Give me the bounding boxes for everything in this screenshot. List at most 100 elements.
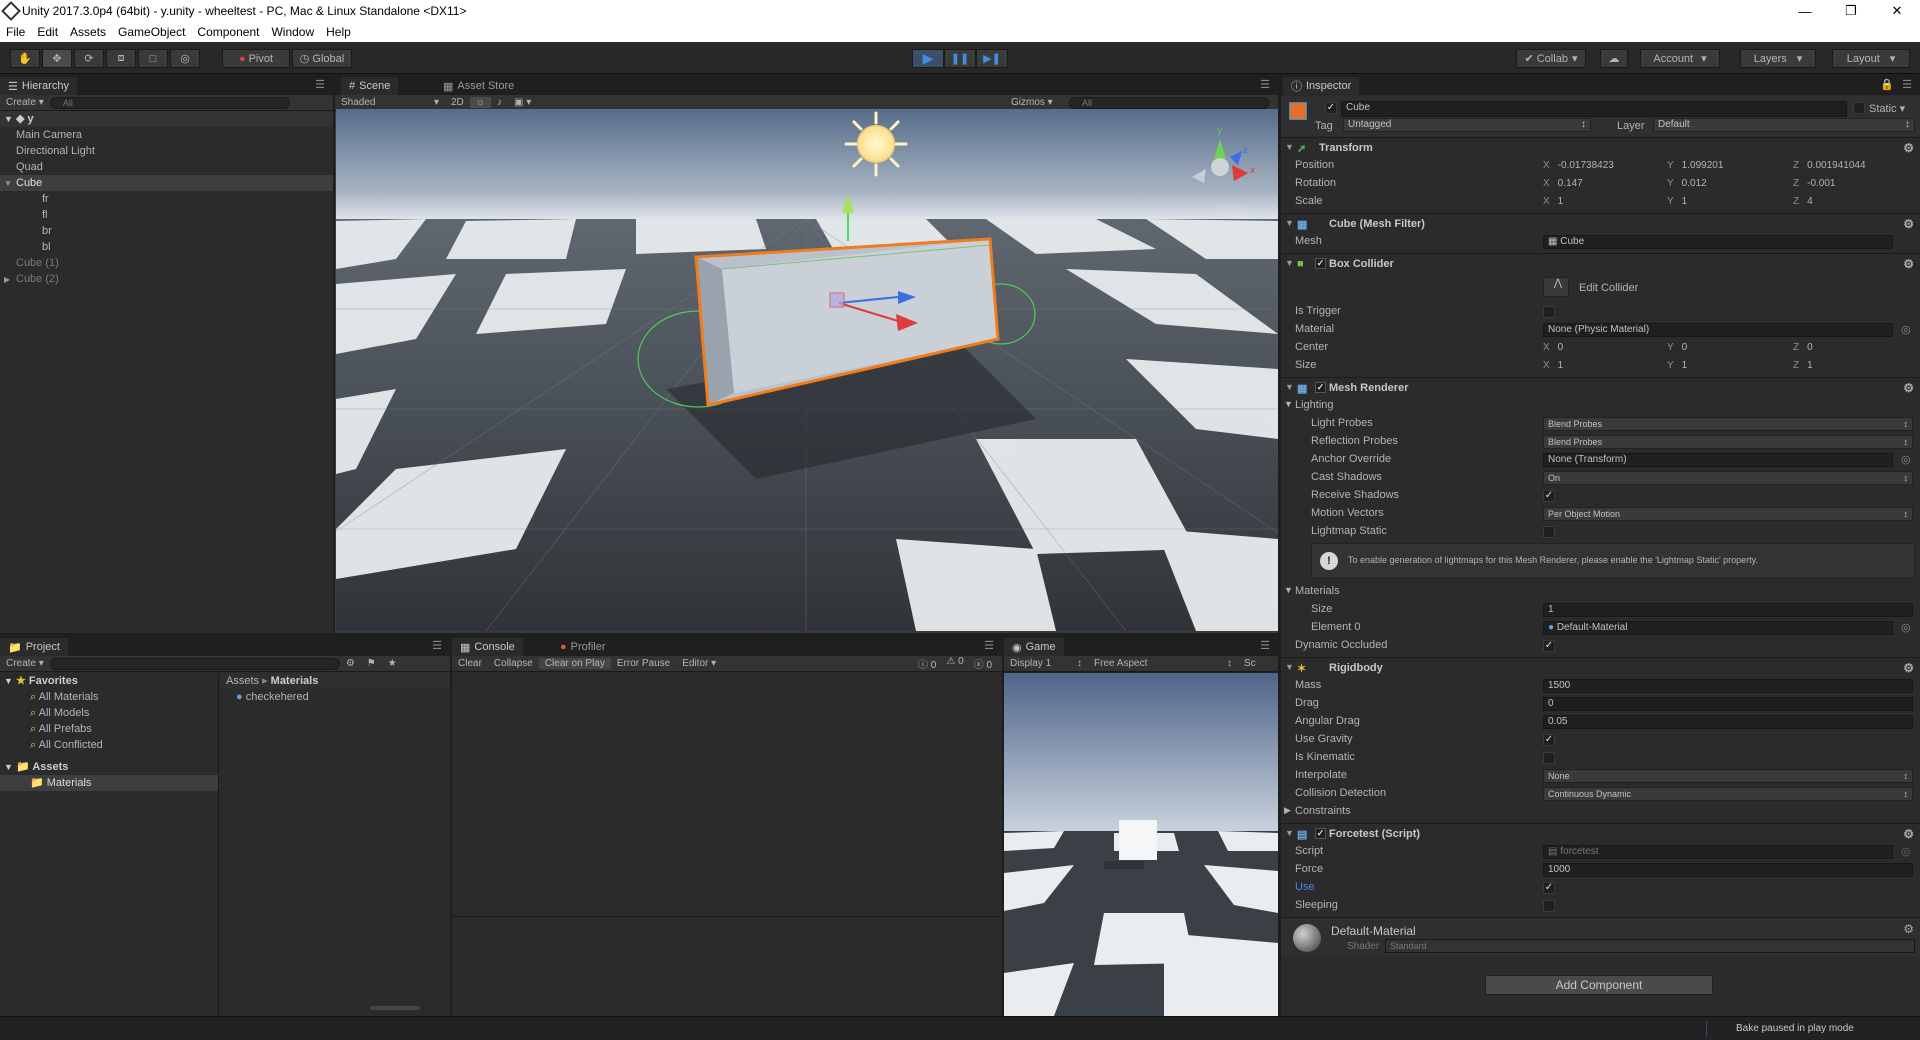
tab-console[interactable]: ▦ Console	[452, 638, 523, 656]
scale-x-field[interactable]: X1	[1543, 196, 1563, 207]
dynamic-occluded-checkbox[interactable]: ✓	[1543, 640, 1555, 652]
material-section[interactable]: Default-Material Shader Standard ⚙	[1281, 917, 1920, 957]
lock-icon[interactable]: 🔒	[1880, 78, 1894, 91]
rigidbody-header[interactable]: ▼ ✶ Rigidbody ⚙	[1281, 657, 1920, 677]
mesh-field[interactable]: ▦ Cube	[1543, 235, 1893, 249]
account-dropdown[interactable]: Account ▾	[1640, 49, 1720, 68]
object-picker-icon[interactable]: ◎	[1901, 453, 1911, 466]
active-checkbox[interactable]: ✓	[1325, 102, 1337, 114]
effects-toggle[interactable]: ▣ ▾	[508, 97, 537, 108]
gear-icon[interactable]: ⚙	[1903, 661, 1914, 675]
center-z-field[interactable]: Z0	[1793, 342, 1813, 353]
gizmos-dropdown[interactable]: Gizmos ▾	[1005, 97, 1059, 108]
favorite-item[interactable]: ⌕ All Prefabs	[0, 721, 218, 737]
scene-root-row[interactable]: ▼ ◆ y	[0, 111, 333, 127]
hierarchy-item[interactable]: Directional Light	[0, 143, 333, 159]
expand-arrow-icon[interactable]: ▼	[4, 176, 16, 192]
center-x-field[interactable]: X0	[1543, 342, 1563, 353]
close-button[interactable]: ✕	[1874, 0, 1920, 22]
favorites-row[interactable]: ▼ ★ Favorites	[0, 673, 218, 689]
2d-toggle[interactable]: 2D	[445, 97, 470, 108]
sleeping-checkbox[interactable]	[1543, 900, 1555, 912]
error-count-toggle[interactable]: ⓧ 0	[974, 656, 992, 671]
filter-label-icon[interactable]: ⚑	[361, 658, 382, 669]
tab-inspector[interactable]: ⓘ Inspector	[1283, 77, 1360, 95]
menu-window[interactable]: Window	[271, 25, 314, 39]
collapse-arrow-icon[interactable]: ▶	[4, 272, 16, 288]
maximize-button[interactable]: ❐	[1828, 0, 1874, 22]
collision-detection-dropdown[interactable]: Continuous Dynamic ↕	[1543, 787, 1913, 801]
add-component-button[interactable]: Add Component	[1485, 975, 1713, 995]
favorite-item[interactable]: ⌕ All Models	[0, 705, 218, 721]
menu-file[interactable]: File	[6, 25, 25, 39]
scale-z-field[interactable]: Z4	[1793, 196, 1813, 207]
project-search-input[interactable]	[49, 657, 340, 670]
hierarchy-create-button[interactable]: Create ▾	[0, 97, 50, 108]
object-picker-icon[interactable]: ◎	[1901, 323, 1911, 336]
edit-collider-button[interactable]: ⋀	[1543, 277, 1569, 297]
drag-field[interactable]: 0	[1543, 697, 1913, 711]
editor-dropdown[interactable]: Editor ▾	[676, 658, 722, 669]
mesh-renderer-header[interactable]: ▼ ▦ ✓ Mesh Renderer ⚙	[1281, 377, 1920, 397]
is-kinematic-checkbox[interactable]	[1543, 752, 1555, 764]
scale-y-field[interactable]: Y1	[1667, 196, 1687, 207]
layer-dropdown[interactable]: Default ↕	[1653, 118, 1915, 132]
assets-row[interactable]: ▼ 📁 Assets	[0, 759, 218, 775]
pivot-toggle[interactable]: ● Pivot	[222, 49, 290, 68]
hierarchy-item[interactable]: Quad	[0, 159, 333, 175]
hierarchy-item[interactable]: Main Camera	[0, 127, 333, 143]
hierarchy-item[interactable]: bl	[0, 239, 333, 255]
mesh-renderer-enabled-checkbox[interactable]: ✓	[1315, 382, 1326, 393]
tab-hierarchy[interactable]: ☰ Hierarchy	[0, 77, 77, 95]
global-toggle[interactable]: ◷ Global	[292, 49, 352, 68]
project-create-button[interactable]: Create ▾	[0, 658, 50, 669]
panel-menu-icon[interactable]: ☰	[432, 639, 442, 652]
lightmap-static-checkbox[interactable]	[1543, 526, 1555, 538]
hierarchy-item[interactable]: fl	[0, 207, 333, 223]
scale-slider-label[interactable]: Sc	[1238, 658, 1262, 669]
minimize-button[interactable]: —	[1782, 0, 1828, 22]
is-trigger-checkbox[interactable]	[1543, 306, 1555, 318]
rotation-x-field[interactable]: X 0.147	[1543, 178, 1583, 189]
menu-component[interactable]: Component	[197, 25, 259, 39]
panel-menu-icon[interactable]: ☰	[315, 78, 325, 91]
console-divider[interactable]	[452, 916, 1002, 917]
layout-dropdown[interactable]: Layout ▾	[1832, 49, 1910, 68]
tab-scene[interactable]: # Scene	[341, 77, 399, 95]
move-tool-button[interactable]: ✥	[42, 49, 72, 68]
game-view[interactable]	[1004, 673, 1278, 1016]
transform-tool-button[interactable]: ◎	[170, 49, 200, 68]
rotate-tool-button[interactable]: ⟳	[74, 49, 104, 68]
play-button[interactable]: ▶	[912, 49, 944, 68]
panel-menu-icon[interactable]: ☰	[1902, 78, 1912, 91]
center-y-field[interactable]: Y0	[1667, 342, 1687, 353]
favorite-star-icon[interactable]: ★	[382, 658, 403, 669]
materials-size-field[interactable]: 1	[1543, 603, 1913, 617]
light-probes-dropdown[interactable]: Blend Probes ↕	[1543, 417, 1913, 431]
clear-on-play-toggle[interactable]: Clear on Play	[538, 658, 611, 669]
receive-shadows-checkbox[interactable]: ✓	[1543, 490, 1555, 502]
panel-menu-icon[interactable]: ☰	[1260, 639, 1270, 652]
audio-toggle[interactable]: ♪	[491, 97, 508, 108]
shading-dropdown[interactable]: Shaded ▾	[335, 97, 445, 108]
menu-edit[interactable]: Edit	[37, 25, 58, 39]
hierarchy-item[interactable]: Cube (1)	[0, 255, 333, 271]
box-collider-enabled-checkbox[interactable]: ✓	[1315, 258, 1326, 269]
constraints-foldout[interactable]: ▶ Constraints	[1281, 803, 1920, 821]
tab-profiler[interactable]: ● Profiler	[552, 638, 614, 656]
lighting-foldout[interactable]: ▼ Lighting	[1281, 397, 1920, 415]
menu-help[interactable]: Help	[326, 25, 351, 39]
anchor-override-field[interactable]: None (Transform)	[1543, 453, 1893, 467]
gear-icon[interactable]: ⚙	[1903, 257, 1914, 271]
mesh-filter-header[interactable]: ▼ ▦ Cube (Mesh Filter) ⚙	[1281, 213, 1920, 233]
interpolate-dropdown[interactable]: None ↕	[1543, 769, 1913, 783]
rect-tool-button[interactable]: □	[138, 49, 168, 68]
scale-tool-button[interactable]: ⧈	[106, 49, 136, 68]
hierarchy-item[interactable]: ▼ Cube	[0, 175, 333, 191]
favorite-item[interactable]: ⌕ All Materials	[0, 689, 218, 705]
menu-gameobject[interactable]: GameObject	[118, 25, 185, 39]
use-gravity-checkbox[interactable]: ✓	[1543, 734, 1555, 746]
step-button[interactable]: ▶❚	[976, 49, 1008, 68]
position-x-field[interactable]: X -0.01738423	[1543, 160, 1614, 171]
cloud-button[interactable]: ☁	[1600, 49, 1628, 68]
